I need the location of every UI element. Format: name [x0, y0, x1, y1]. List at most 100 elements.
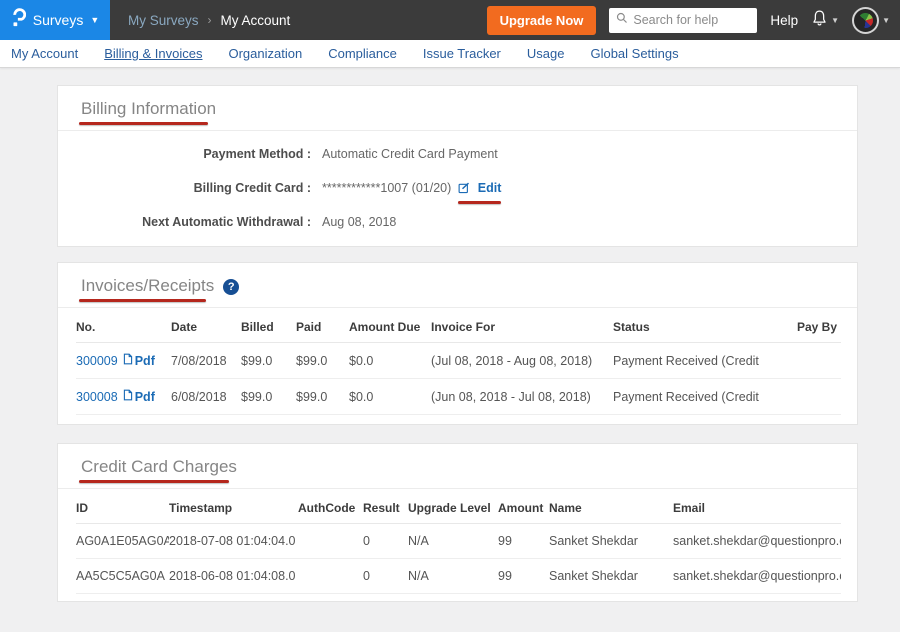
tab-global-settings[interactable]: Global Settings: [590, 46, 678, 61]
payment-method-value: Automatic Credit Card Payment: [322, 144, 498, 164]
charge-amount: 99: [498, 559, 549, 594]
col-paid: Paid: [296, 312, 349, 343]
breadcrumb-current: My Account: [221, 13, 291, 28]
account-menu[interactable]: ▼: [852, 7, 890, 34]
invoice-pdf-link[interactable]: Pdf: [135, 354, 155, 368]
tab-compliance[interactable]: Compliance: [328, 46, 397, 61]
charge-authcode: [298, 559, 363, 594]
avatar: [852, 7, 879, 34]
charge-timestamp: 2018-06-08 01:04:08.0: [169, 559, 298, 594]
col-status: Status: [613, 312, 761, 343]
charge-upgrade-level: N/A: [408, 524, 498, 559]
edit-credit-card-link[interactable]: Edit: [458, 178, 501, 198]
charge-timestamp: 2018-07-08 01:04:04.0: [169, 524, 298, 559]
invoice-pdf-link[interactable]: Pdf: [135, 390, 155, 404]
topbar: Surveys ▼ My Surveys › My Account Upgrad…: [0, 0, 900, 40]
credit-card-charges-panel: Credit Card Charges ID Timestamp AuthCod…: [57, 443, 858, 602]
invoice-date: 6/08/2018: [171, 379, 241, 415]
invoice-pay-by: [761, 343, 841, 379]
invoice-for: (Jun 08, 2018 - Jul 08, 2018): [431, 379, 613, 415]
col-no: No.: [76, 312, 171, 343]
col-pay-by: Pay By: [761, 312, 841, 343]
charge-id: AA5C5C5AG0A: [76, 559, 169, 594]
charge-upgrade-level: N/A: [408, 559, 498, 594]
breadcrumb-parent[interactable]: My Surveys: [128, 13, 199, 28]
invoice-status: Payment Received (Credit Card): [613, 379, 761, 415]
chevron-down-icon: ▼: [831, 16, 839, 25]
tab-organization[interactable]: Organization: [228, 46, 302, 61]
invoice-pay-by: [761, 379, 841, 415]
invoice-status: Payment Received (Credit Card): [613, 343, 761, 379]
product-switcher[interactable]: Surveys ▼: [0, 0, 110, 40]
questionpro-logo-icon: [11, 8, 26, 33]
col-name: Name: [549, 493, 673, 524]
help-search[interactable]: [609, 8, 757, 33]
pdf-icon: [123, 354, 133, 368]
search-input[interactable]: [633, 13, 750, 27]
payment-method-label: Payment Method :: [81, 144, 311, 164]
invoices-receipts-title: Invoices/Receipts: [81, 276, 214, 296]
charges-table: ID Timestamp AuthCode Result Upgrade Lev…: [76, 493, 841, 594]
col-authcode: AuthCode: [298, 493, 363, 524]
col-email: Email: [673, 493, 841, 524]
invoice-paid: $99.0: [296, 379, 349, 415]
billing-credit-card-value: ************1007 (01/20): [322, 178, 451, 198]
edit-pencil-icon: [458, 181, 473, 195]
invoice-row: 300008Pdf 6/08/2018 $99.0 $99.0 $0.0 (Ju…: [76, 379, 841, 415]
product-name: Surveys: [33, 12, 84, 28]
charge-result: 0: [363, 559, 408, 594]
topbar-actions: Upgrade Now Help ▼ ▼: [487, 6, 900, 35]
tab-billing-invoices[interactable]: Billing & Invoices: [104, 46, 202, 61]
help-link[interactable]: Help: [770, 13, 798, 28]
pdf-icon: [123, 390, 133, 404]
chevron-down-icon: ▼: [882, 16, 890, 25]
next-withdrawal-row: Next Automatic Withdrawal : Aug 08, 2018: [81, 212, 834, 232]
notifications-menu[interactable]: ▼: [811, 9, 839, 32]
charge-row: AG0A1E05AG0A 2018-07-08 01:04:04.0 0 N/A…: [76, 524, 841, 559]
charge-name: Sanket Shekdar: [549, 524, 673, 559]
invoice-amount-due: $0.0: [349, 343, 431, 379]
invoices-receipts-panel: Invoices/Receipts ? No. Date Billed Paid…: [57, 262, 858, 425]
edit-link-label: Edit: [478, 181, 502, 195]
charge-email: sanket.shekdar@questionpro.com: [673, 524, 841, 559]
charge-amount: 99: [498, 524, 549, 559]
col-billed: Billed: [241, 312, 296, 343]
next-withdrawal-value: Aug 08, 2018: [322, 212, 396, 232]
tab-my-account[interactable]: My Account: [11, 46, 78, 61]
charge-row: AA5C5C5AG0A 2018-06-08 01:04:08.0 0 N/A …: [76, 559, 841, 594]
charge-result: 0: [363, 524, 408, 559]
col-amount-due: Amount Due: [349, 312, 431, 343]
invoice-date: 7/08/2018: [171, 343, 241, 379]
charge-email: sanket.shekdar@questionpro.com: [673, 559, 841, 594]
invoice-number-link[interactable]: 300008: [76, 390, 118, 404]
help-icon[interactable]: ?: [223, 279, 239, 295]
invoice-paid: $99.0: [296, 343, 349, 379]
invoice-number-link[interactable]: 300009: [76, 354, 118, 368]
billing-credit-card-row: Billing Credit Card : ************1007 (…: [81, 178, 834, 198]
payment-method-row: Payment Method : Automatic Credit Card P…: [81, 144, 834, 164]
invoices-table: No. Date Billed Paid Amount Due Invoice …: [76, 312, 841, 415]
col-timestamp: Timestamp: [169, 493, 298, 524]
account-nav: My Account Billing & Invoices Organizati…: [0, 40, 900, 68]
billing-information-panel: Billing Information Payment Method : Aut…: [57, 85, 858, 247]
tab-usage[interactable]: Usage: [527, 46, 565, 61]
breadcrumb-separator-icon: ›: [208, 13, 212, 27]
invoice-billed: $99.0: [241, 379, 296, 415]
charge-authcode: [298, 524, 363, 559]
upgrade-now-button[interactable]: Upgrade Now: [487, 6, 597, 35]
bell-icon: [811, 9, 828, 32]
invoice-row: 300009Pdf 7/08/2018 $99.0 $99.0 $0.0 (Ju…: [76, 343, 841, 379]
col-result: Result: [363, 493, 408, 524]
billing-credit-card-label: Billing Credit Card :: [81, 178, 311, 198]
charge-name: Sanket Shekdar: [549, 559, 673, 594]
credit-card-charges-title: Credit Card Charges: [81, 457, 237, 477]
col-id: ID: [76, 493, 169, 524]
breadcrumb: My Surveys › My Account: [128, 13, 290, 28]
tab-issue-tracker[interactable]: Issue Tracker: [423, 46, 501, 61]
chevron-down-icon: ▼: [90, 15, 99, 25]
col-upgrade-level: Upgrade Level: [408, 493, 498, 524]
search-icon: [616, 11, 628, 29]
col-date: Date: [171, 312, 241, 343]
invoice-billed: $99.0: [241, 343, 296, 379]
billing-information-title: Billing Information: [81, 99, 216, 119]
